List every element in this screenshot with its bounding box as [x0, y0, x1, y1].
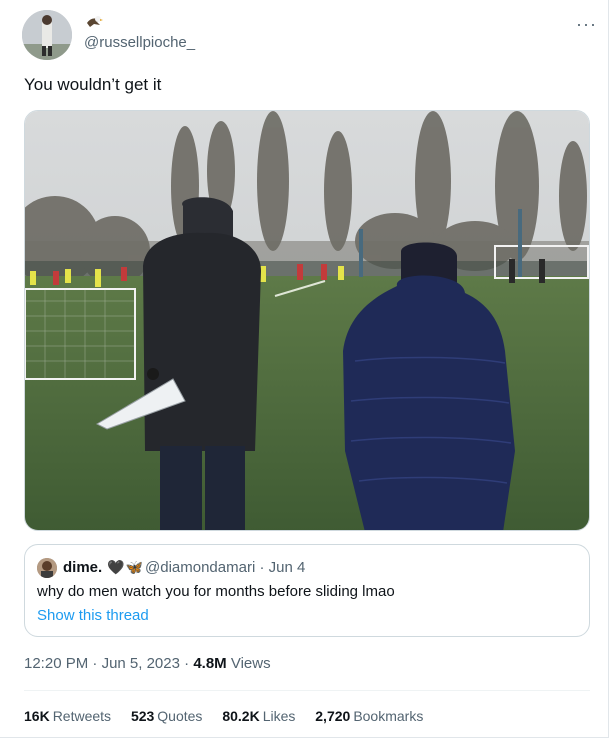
user-handle[interactable]: @russellpioche_ — [84, 34, 195, 51]
likes-stat[interactable]: 80.2K Likes — [222, 708, 295, 724]
divider — [24, 690, 590, 691]
bookmarks-label: Bookmarks — [353, 708, 424, 724]
butterfly-icon: 🦋 — [125, 559, 143, 575]
avatar[interactable] — [22, 10, 72, 60]
tweet-timestamp-row: 12:20 PM · Jun 5, 2023 · 4.8M Views — [24, 655, 271, 672]
eagle-icon — [84, 12, 104, 32]
quoted-display-name: dime. — [63, 559, 103, 576]
tweet-photo[interactable] — [24, 110, 590, 531]
tweet-header: @russellpioche_ ··· — [22, 8, 597, 60]
engagement-stats: 16K Retweets 523 Quotes 80.2K Likes 2,720 Bo… — [24, 708, 439, 724]
quotes-count: 523 — [130, 708, 155, 724]
tweet-time[interactable]: 12:20 PM — [24, 655, 88, 672]
quoted-meta: @diamondamari · Jun 4 — [145, 559, 305, 576]
quotes-label: Quotes — [157, 708, 203, 724]
quoted-tweet[interactable]: dime. 🖤🦋 @diamondamari · Jun 4 why do me… — [24, 544, 590, 637]
bookmarks-stat[interactable]: 2,720 Bookmarks — [315, 708, 423, 724]
retweets-count: 16K — [24, 708, 50, 724]
retweets-label: Retweets — [52, 708, 112, 724]
quoted-text: why do men watch you for months before s… — [37, 583, 395, 600]
views-count: 4.8M — [193, 655, 227, 672]
tweet-card: @russellpioche_ ··· You wouldn’t get it — [0, 0, 609, 738]
tweet-date[interactable]: Jun 5, 2023 — [102, 655, 180, 672]
quoted-avatar — [37, 558, 57, 578]
quoted-date: Jun 4 — [268, 559, 306, 576]
likes-count: 80.2K — [222, 708, 260, 724]
quoted-name-emoji: 🖤🦋 — [107, 559, 143, 576]
likes-label: Likes — [262, 708, 296, 724]
separator: · — [92, 655, 98, 672]
bookmarks-count: 2,720 — [315, 708, 351, 724]
quoted-handle: @diamondamari — [145, 559, 256, 576]
retweets-stat[interactable]: 16K Retweets — [24, 708, 111, 724]
tweet-text: You wouldn’t get it — [24, 75, 162, 94]
separator: · — [184, 655, 190, 672]
photo-two-men-watching-football-training — [25, 111, 589, 530]
separator: · — [259, 559, 265, 576]
more-options-icon[interactable]: ··· — [576, 14, 597, 35]
quotes-stat[interactable]: 523 Quotes — [131, 708, 203, 724]
black-heart-icon: 🖤 — [107, 559, 125, 575]
views-label: Views — [230, 655, 271, 672]
show-thread-link[interactable]: Show this thread — [37, 607, 149, 624]
